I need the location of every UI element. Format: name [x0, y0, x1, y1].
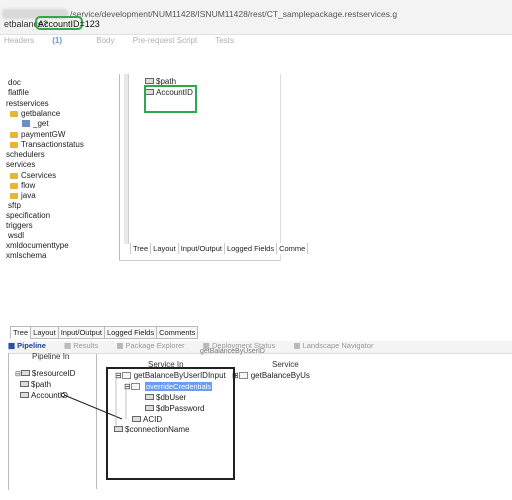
mapping-lines [61, 378, 127, 428]
map-anchor-start [61, 392, 66, 397]
map-accountid-to-acid [63, 394, 123, 420]
